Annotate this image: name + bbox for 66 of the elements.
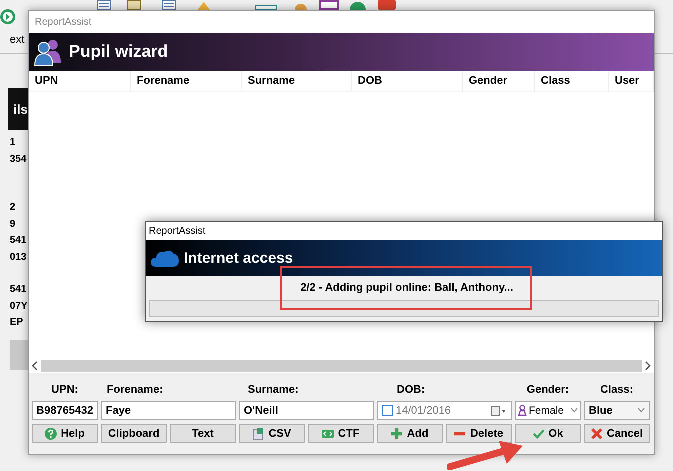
field-label: DOB: — [396, 383, 426, 398]
scrollbar-thumb[interactable] — [41, 360, 642, 372]
list-text: 07Y — [10, 300, 28, 314]
document-icon — [97, 0, 111, 10]
column-header[interactable]: DOB — [352, 71, 463, 91]
window-title: ReportAssist — [146, 222, 662, 240]
list-text: 354 — [10, 152, 27, 166]
gender-dropdown[interactable]: Female — [515, 401, 581, 420]
field-label: Surname: — [247, 383, 300, 398]
clipboard-icon — [127, 0, 141, 10]
toolbar-label: ext — [10, 34, 25, 46]
dialog-heading: Pupil wizard — [69, 42, 168, 62]
list-text: 9 — [10, 218, 16, 232]
forename-field[interactable]: Faye — [101, 401, 236, 420]
action-button[interactable]: Help — [32, 424, 98, 443]
chevron-down-icon — [638, 408, 645, 413]
help-icon — [45, 428, 58, 440]
column-header[interactable]: Gender — [463, 71, 535, 91]
spreadsheet-icon — [252, 428, 265, 440]
chevron-down-icon — [571, 408, 578, 413]
action-button[interactable]: Ok — [515, 424, 581, 443]
people-icon — [33, 37, 63, 67]
action-button[interactable]: Clipboard — [101, 424, 167, 443]
action-button[interactable]: Cancel — [584, 424, 650, 443]
action-button[interactable]: Delete — [446, 424, 512, 443]
surname-field[interactable]: O'Neill — [239, 401, 374, 420]
next-icon — [0, 9, 16, 25]
dialog-heading: Internet access — [184, 250, 294, 266]
column-header[interactable]: UPN — [29, 71, 131, 91]
field-label: Gender: — [526, 383, 570, 398]
section-heading: ils — [8, 88, 28, 130]
calendar-dropdown-icon — [491, 406, 507, 416]
cross-icon — [590, 428, 603, 440]
field-label: Forename: — [106, 383, 164, 398]
list-text: 013 — [10, 250, 27, 264]
cloud-icon — [151, 248, 179, 268]
column-header[interactable]: User — [609, 71, 654, 91]
list-text: 1 — [10, 136, 16, 150]
scroll-right-icon[interactable] — [644, 361, 652, 371]
column-header[interactable]: Class — [535, 71, 609, 91]
column-header[interactable]: Forename — [131, 71, 242, 91]
column-header[interactable]: Surname — [242, 71, 352, 91]
list-text: 541 — [10, 234, 27, 248]
plus-icon — [391, 428, 404, 440]
list-text: 541 — [10, 283, 27, 297]
panel-background — [10, 340, 28, 370]
document-icon — [162, 0, 176, 10]
list-text: 2 — [10, 201, 16, 215]
status-message: 2/2 - Adding pupil online: Ball, Anthony... — [300, 281, 514, 296]
upn-field[interactable]: B98765432 — [32, 401, 98, 420]
code-icon — [322, 428, 334, 440]
list-text: EP — [10, 316, 24, 330]
person-icon — [518, 405, 527, 416]
action-button[interactable]: CSV — [239, 424, 305, 443]
checkmark-icon — [532, 428, 545, 440]
action-button[interactable]: Text — [170, 424, 236, 443]
frame-icon — [319, 0, 339, 10]
action-button[interactable]: Add — [377, 424, 443, 443]
field-label: UPN: — [50, 383, 80, 398]
square-icon — [378, 0, 396, 10]
scroll-left-icon[interactable] — [31, 361, 39, 371]
checkbox[interactable] — [382, 405, 393, 416]
class-dropdown[interactable]: Blue — [584, 401, 650, 420]
action-button[interactable]: CTF — [308, 424, 374, 443]
field-label: Class: — [599, 383, 635, 398]
date-picker[interactable]: 14/01/2016 — [377, 401, 512, 420]
